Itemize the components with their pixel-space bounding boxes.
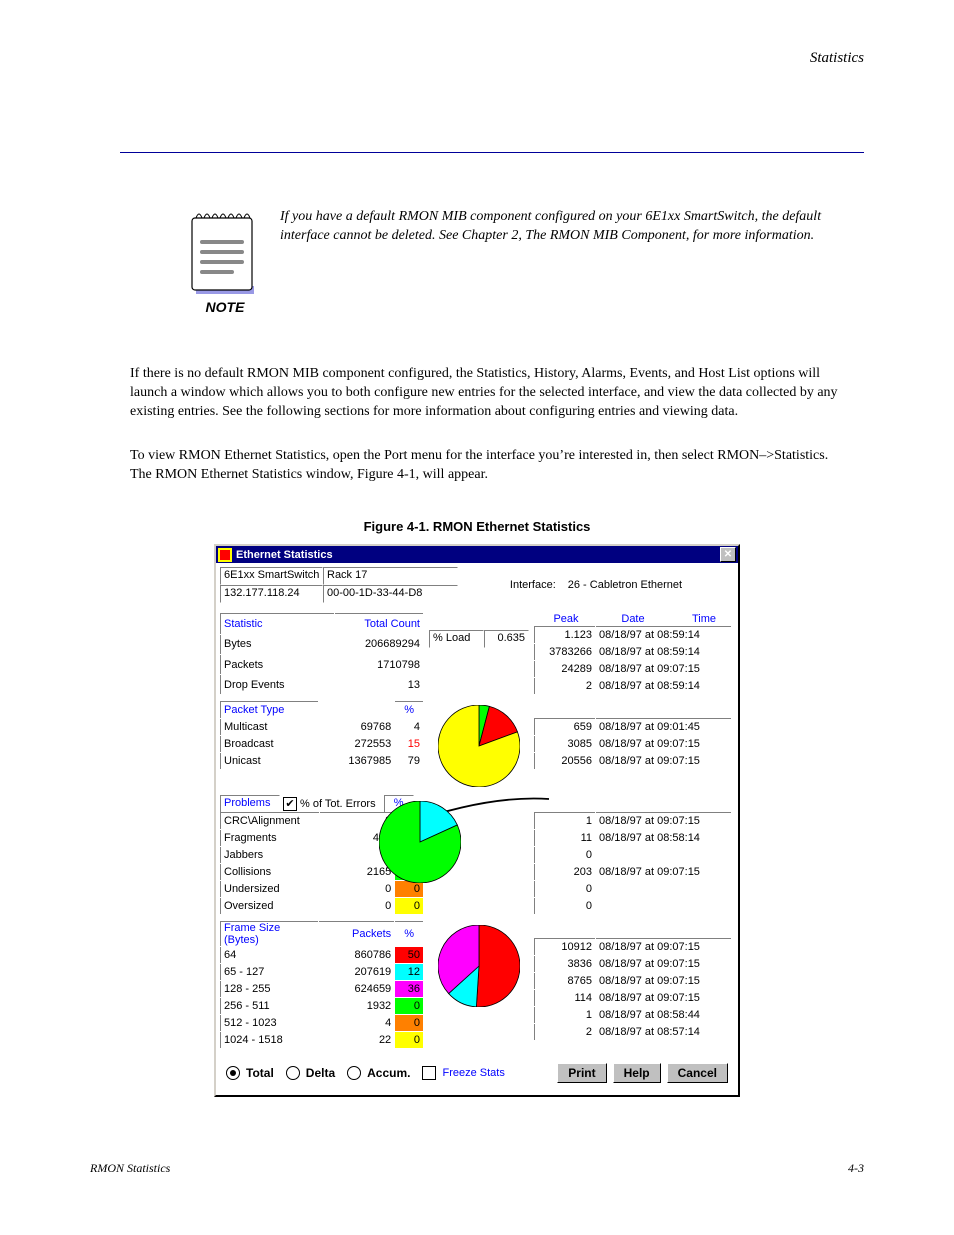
main-stats-table: Statistic Total Count Bytes206689294 Pac… (220, 613, 424, 695)
col-total-count: Total Count (335, 614, 424, 634)
print-button[interactable]: Print (557, 1063, 606, 1083)
device-ip: 132.177.118.24 (220, 585, 323, 603)
freeze-stats-label: Freeze Stats (442, 1067, 504, 1079)
packet-type-pie-chart (438, 705, 520, 787)
device-header: 6E1xx SmartSwitch Rack 17 Interface: 26 … (220, 567, 734, 603)
close-button[interactable]: ✕ (720, 547, 736, 562)
radio-total[interactable] (226, 1066, 240, 1080)
body-paragraph-2: To view RMON Ethernet Statistics, open t… (130, 447, 844, 485)
radio-accum-label: Accum. (367, 1066, 410, 1080)
footer-left: RMON Statistics (90, 1161, 170, 1176)
help-button[interactable]: Help (613, 1063, 661, 1083)
frame-size-pie-chart (438, 925, 520, 1007)
interface-display: Interface: 26 - Cabletron Ethernet (458, 567, 734, 603)
pct-of-tot-errors-label: % of Tot. Errors (300, 798, 376, 810)
window-title: Ethernet Statistics (236, 549, 333, 561)
problems-pie-chart (379, 801, 461, 883)
packet-type-table: Packet Type % Multicast697684 Broadcast2… (220, 701, 424, 770)
cancel-button[interactable]: Cancel (667, 1063, 728, 1083)
problems-header: Problems (220, 795, 280, 813)
title-bar[interactable]: Ethernet Statistics ✕ (216, 546, 738, 563)
header-rule (120, 152, 864, 153)
frame-size-table: Frame Size (Bytes) Packets % 64860786506… (220, 921, 424, 1049)
notepad-icon: NOTE (190, 208, 260, 315)
percent-load: % Load 0.635 (429, 630, 529, 648)
figure-caption: Figure 4-1. RMON Ethernet Statistics (0, 519, 954, 534)
radio-delta-label: Delta (306, 1066, 335, 1080)
body-paragraph-1: If there is no default RMON MIB componen… (130, 365, 844, 422)
close-icon: ✕ (724, 549, 732, 560)
device-name: 6E1xx SmartSwitch (220, 567, 323, 585)
radio-delta[interactable] (286, 1066, 300, 1080)
pct-of-tot-errors-checkbox[interactable]: ✔ (283, 797, 297, 811)
running-head-right: Statistics (0, 50, 864, 67)
note-label: NOTE (190, 299, 260, 315)
problems-peak-table: 108/18/97 at 09:07:151108/18/97 at 08:58… (534, 812, 732, 915)
ethernet-statistics-window: Ethernet Statistics ✕ 6E1xx SmartSwitch … (214, 544, 740, 1097)
device-rack: Rack 17 (323, 567, 458, 585)
note-block: NOTE If you have a default RMON MIB comp… (190, 208, 844, 315)
main-peak-table: 1.12308/18/97 at 08:59:14 378326608/18/9… (534, 626, 732, 695)
note-text: If you have a default RMON MIB component… (280, 208, 844, 246)
device-mac: 00-00-1D-33-44-D8 (323, 585, 458, 603)
radio-accum[interactable] (347, 1066, 361, 1080)
col-statistic: Statistic (221, 614, 335, 634)
app-icon (218, 548, 232, 562)
frame-size-peak-table: 1091208/18/97 at 09:07:15383608/18/97 at… (534, 938, 732, 1041)
footer-page-number: 4-3 (848, 1161, 864, 1176)
bottom-controls: Total Delta Accum. Freeze Stats Print He… (220, 1059, 734, 1087)
freeze-stats-checkbox[interactable] (422, 1066, 436, 1080)
radio-total-label: Total (246, 1066, 274, 1080)
peak-column-headers: PeakDateTime (538, 613, 732, 625)
packet-type-peak-table: 65908/18/97 at 09:01:45 308508/18/97 at … (534, 718, 732, 770)
